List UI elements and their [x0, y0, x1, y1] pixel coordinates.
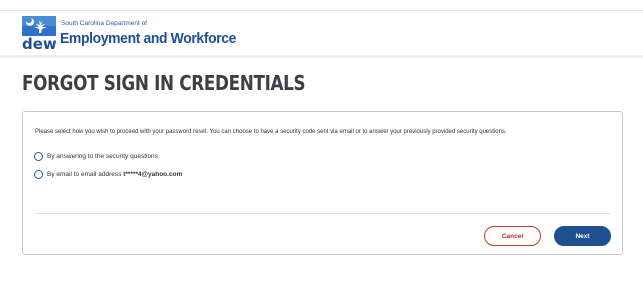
next-button[interactable]: Next — [554, 226, 611, 246]
page-title: FORGOT SIGN IN CREDENTIALS — [22, 71, 306, 95]
masked-email-address: t*****4@yahoo.com — [123, 171, 183, 178]
agency-subtitle: South Carolina Department of — [61, 20, 147, 27]
svg-text:dew: dew — [22, 35, 56, 50]
site-header: dew South Carolina Department of Employm… — [0, 11, 643, 55]
reset-options-card: Please select how you wish to proceed wi… — [22, 111, 623, 255]
cancel-button[interactable]: Cancel — [484, 226, 541, 246]
form-divider — [35, 213, 611, 214]
option-security-questions[interactable]: By answering to the security questions — [34, 151, 158, 162]
radio-security-questions[interactable] — [34, 152, 43, 161]
agency-name: Employment and Workforce — [60, 30, 237, 47]
option-email[interactable]: By email to email address t*****4@yahoo.… — [34, 169, 182, 180]
header-band — [0, 55, 643, 58]
option-security-questions-label: By answering to the security questions — [47, 153, 158, 160]
radio-email[interactable] — [34, 170, 43, 179]
dew-logo[interactable]: dew — [22, 16, 56, 50]
option-email-label: By email to email address t*****4@yahoo.… — [47, 171, 182, 178]
instructions-text: Please select how you wish to proceed wi… — [35, 129, 507, 135]
option-email-prefix: By email to email address — [47, 171, 124, 178]
